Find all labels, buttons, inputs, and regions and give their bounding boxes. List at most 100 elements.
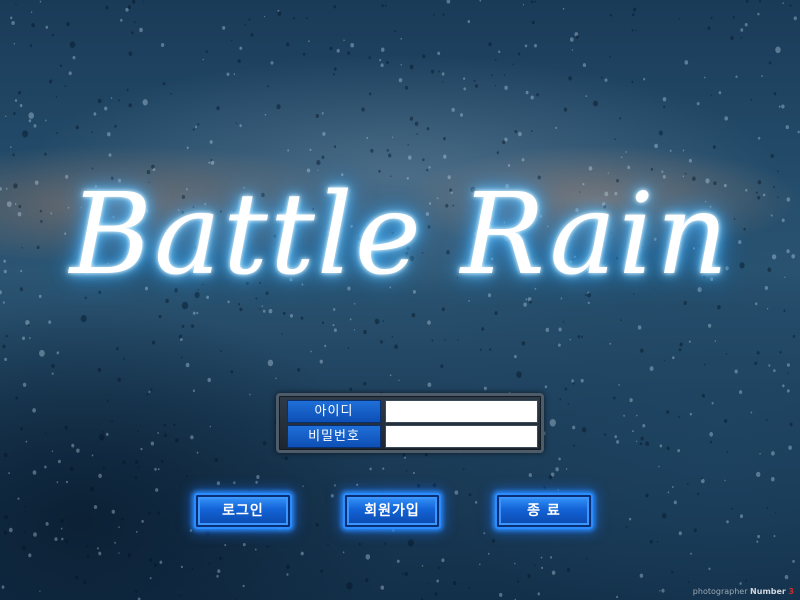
raindrop: [56, 351, 60, 355]
raindrop: [235, 122, 238, 125]
raindrop: [649, 539, 653, 544]
raindrop: [205, 50, 208, 53]
raindrop: [102, 430, 104, 433]
raindrop: [730, 35, 734, 41]
raindrop: [5, 115, 7, 118]
raindrop: [394, 344, 398, 349]
raindrop: [131, 31, 134, 35]
raindrop: [632, 430, 634, 433]
raindrop: [32, 408, 36, 413]
raindrop: [504, 85, 508, 90]
raindrop: [150, 441, 155, 446]
id-input[interactable]: [385, 400, 538, 423]
raindrop: [609, 13, 613, 17]
raindrop: [628, 517, 632, 521]
raindrop: [545, 327, 550, 332]
raindrop: [427, 382, 432, 387]
raindrop: [700, 477, 703, 480]
raindrop: [11, 20, 15, 26]
raindrop: [65, 480, 69, 484]
raindrop: [22, 130, 29, 138]
raindrop: [514, 130, 518, 134]
raindrop: [4, 515, 8, 520]
raindrop: [140, 447, 143, 451]
exit-button[interactable]: 종 료: [495, 493, 593, 529]
raindrop: [148, 558, 152, 562]
raindrop: [631, 29, 634, 32]
login-button[interactable]: 로그인: [194, 493, 292, 529]
raindrop: [239, 124, 242, 128]
raindrop: [534, 564, 536, 567]
raindrop: [537, 592, 541, 596]
raindrop: [1, 585, 5, 589]
raindrop: [151, 340, 156, 345]
raindrop: [659, 590, 661, 592]
raindrop: [48, 320, 52, 324]
raindrop: [437, 51, 441, 56]
raindrop: [209, 140, 213, 144]
raindrop: [15, 4, 17, 6]
raindrop: [31, 22, 35, 28]
raindrop: [180, 356, 183, 359]
password-input[interactable]: [385, 425, 538, 448]
raindrop: [45, 521, 49, 526]
raindrop: [242, 584, 245, 588]
raindrop: [678, 531, 682, 536]
raindrop: [710, 16, 713, 20]
raindrop: [212, 573, 215, 575]
signup-button[interactable]: 회원가입: [343, 493, 441, 529]
raindrop: [688, 340, 691, 343]
raindrop: [633, 7, 637, 12]
raindrop: [86, 544, 89, 548]
raindrop: [405, 469, 408, 472]
raindrop: [300, 551, 304, 556]
raindrop: [263, 15, 266, 18]
raindrop: [502, 140, 506, 145]
raindrop: [514, 562, 516, 565]
raindrop: [122, 460, 126, 465]
raindrop: [758, 0, 762, 3]
raindrop: [60, 527, 63, 530]
raindrop: [132, 0, 136, 4]
raindrop: [761, 75, 763, 78]
raindrop: [396, 559, 400, 563]
raindrop: [409, 64, 414, 70]
raindrop: [658, 465, 660, 468]
raindrop: [333, 328, 337, 332]
raindrop: [577, 335, 581, 339]
raindrop: [616, 595, 619, 599]
raindrop: [2, 344, 6, 349]
raindrop: [270, 61, 274, 65]
raindrop: [739, 514, 744, 519]
raindrop: [768, 364, 771, 367]
raindrop: [416, 133, 418, 135]
raindrop: [625, 526, 628, 528]
raindrop: [286, 564, 290, 570]
raindrop: [324, 344, 327, 348]
raindrop: [8, 472, 10, 475]
raindrop: [468, 493, 472, 497]
raindrop: [689, 412, 693, 416]
raindrop: [782, 384, 785, 388]
raindrop: [723, 419, 728, 423]
raindrop: [102, 466, 105, 470]
raindrop: [224, 543, 227, 547]
raindrop: [522, 3, 525, 6]
raindrop: [474, 501, 478, 504]
raindrop: [384, 4, 387, 7]
raindrop: [754, 361, 758, 366]
raindrop: [593, 100, 598, 107]
raindrop: [534, 43, 537, 48]
raindrop: [39, 590, 41, 593]
raindrop: [157, 468, 160, 471]
raindrop: [718, 91, 722, 95]
raindrop: [17, 90, 22, 95]
raindrop: [678, 415, 680, 419]
raindrop: [732, 16, 735, 19]
raindrop: [237, 59, 241, 63]
raindrop: [530, 130, 533, 133]
raindrop: [424, 452, 428, 457]
raindrop: [365, 554, 371, 560]
raindrop: [330, 493, 334, 498]
raindrop: [104, 106, 108, 111]
